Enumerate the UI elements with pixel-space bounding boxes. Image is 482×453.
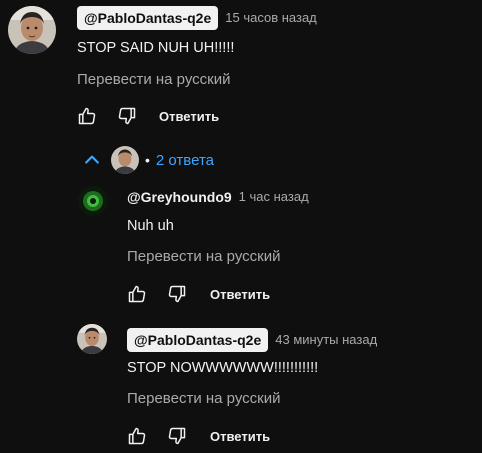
replies-count: 2 ответа	[155, 151, 214, 169]
avatar[interactable]	[8, 6, 56, 54]
reply-text: STOP NOWWWWWW!!!!!!!!!!!	[127, 360, 319, 376]
like-button[interactable]	[75, 104, 99, 128]
thumb-down-icon	[168, 285, 186, 303]
dislike-button[interactable]	[165, 282, 189, 306]
bullet-separator: •	[145, 152, 150, 168]
reply-actions: Ответить	[125, 282, 270, 306]
reply-header: @Greyhoundo9 1 час назад	[127, 188, 309, 206]
dislike-button[interactable]	[165, 424, 189, 448]
like-button[interactable]	[125, 424, 149, 448]
like-button[interactable]	[125, 282, 149, 306]
thumb-up-icon	[78, 107, 96, 125]
avatar[interactable]	[78, 186, 108, 216]
author-handle[interactable]: @PabloDantas-q2e	[77, 6, 219, 30]
author-handle[interactable]: @PabloDantas-q2e	[127, 328, 269, 352]
reply-button[interactable]: Ответить	[159, 109, 219, 124]
translate-link[interactable]: Перевести на русский	[127, 390, 281, 407]
comment-thread: @PabloDantas-q2e 15 часов назад STOP SAI…	[0, 0, 482, 453]
reply-button[interactable]: Ответить	[210, 287, 270, 302]
comment-header: @PabloDantas-q2e 15 часов назад	[77, 6, 317, 30]
timestamp[interactable]: 1 час назад	[239, 188, 309, 206]
comment-text: STOP SAID NUH UH!!!!!	[77, 40, 235, 56]
translate-link[interactable]: Перевести на русский	[127, 248, 281, 265]
comment-actions: Ответить	[75, 104, 219, 128]
timestamp[interactable]: 43 минуты назад	[275, 331, 377, 349]
dislike-button[interactable]	[115, 104, 139, 128]
reply-text: Nuh uh	[127, 218, 174, 234]
translate-link[interactable]: Перевести на русский	[77, 71, 231, 88]
replies-toggle[interactable]: • 2 ответа	[82, 146, 214, 174]
reply-button[interactable]: Ответить	[210, 429, 270, 444]
thumb-up-icon	[128, 285, 146, 303]
reply-header: @PabloDantas-q2e 43 минуты назад	[127, 328, 377, 352]
thumb-down-icon	[168, 427, 186, 445]
thumb-down-icon	[118, 107, 136, 125]
reply-avatar-preview	[111, 146, 139, 174]
timestamp[interactable]: 15 часов назад	[225, 9, 317, 27]
chevron-up-icon	[85, 155, 99, 164]
author-handle[interactable]: @Greyhoundo9	[127, 188, 232, 206]
avatar[interactable]	[77, 324, 107, 354]
thumb-up-icon	[128, 427, 146, 445]
reply-actions: Ответить	[125, 424, 270, 448]
